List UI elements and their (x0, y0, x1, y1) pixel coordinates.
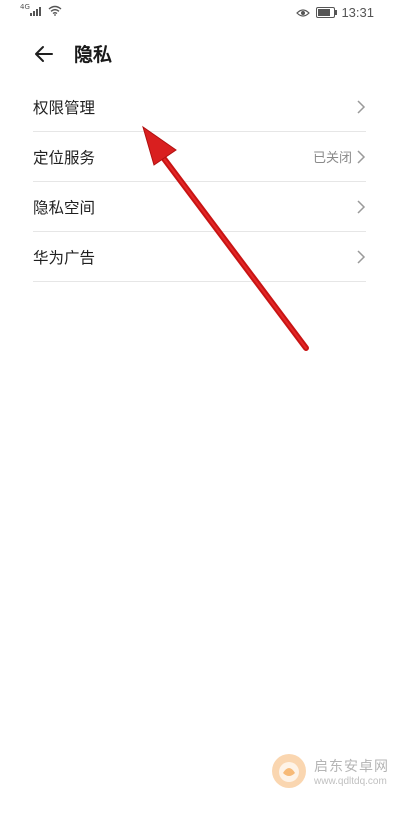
settings-list: 权限管理 定位服务 已关闭 隐私空间 华为广告 (33, 82, 366, 282)
signal-icon (30, 6, 41, 16)
eye-comfort-icon (296, 8, 311, 17)
list-item-private-space[interactable]: 隐私空间 (33, 182, 366, 232)
list-item-right (356, 232, 366, 281)
app-header: 隐私 (0, 34, 400, 74)
watermark-name: 启东安卓网 (314, 758, 389, 775)
list-item-label: 华为广告 (33, 248, 96, 267)
status-value: 已关闭 (312, 151, 352, 166)
list-item-label: 定位服务 (33, 148, 96, 167)
clock: 13:31 (341, 5, 374, 20)
status-bar: 4G 13:31 (0, 0, 400, 26)
list-item-huawei-ads[interactable]: 华为广告 (33, 232, 366, 282)
watermark-logo-icon (272, 754, 306, 788)
watermark-url: www.qdltdq.com (314, 775, 387, 787)
chevron-right-icon (357, 99, 366, 114)
watermark-text: 启东安卓网 www.qdltdq.com (314, 756, 389, 787)
chevron-right-icon (357, 149, 366, 164)
battery-icon (316, 7, 338, 18)
list-item-right: 已关闭 (313, 132, 366, 181)
list-item-label: 权限管理 (33, 98, 96, 117)
page-title: 隐私 (74, 44, 113, 66)
chevron-right-icon (357, 199, 366, 214)
status-left: 4G (20, 3, 62, 16)
list-item-right (356, 182, 366, 231)
list-item-location-services[interactable]: 定位服务 已关闭 (33, 132, 366, 182)
list-item-right (356, 82, 366, 131)
list-item-label: 隐私空间 (33, 198, 96, 217)
battery-fill (318, 9, 331, 16)
network-type: 4G (20, 3, 30, 11)
status-right: 13:31 (296, 5, 374, 20)
arrow-left-icon[interactable] (30, 40, 58, 68)
chevron-right-icon (357, 249, 366, 264)
wifi-icon (48, 5, 62, 16)
list-item-permission-management[interactable]: 权限管理 (33, 82, 366, 132)
watermark: 启东安卓网 www.qdltdq.com (270, 752, 389, 790)
